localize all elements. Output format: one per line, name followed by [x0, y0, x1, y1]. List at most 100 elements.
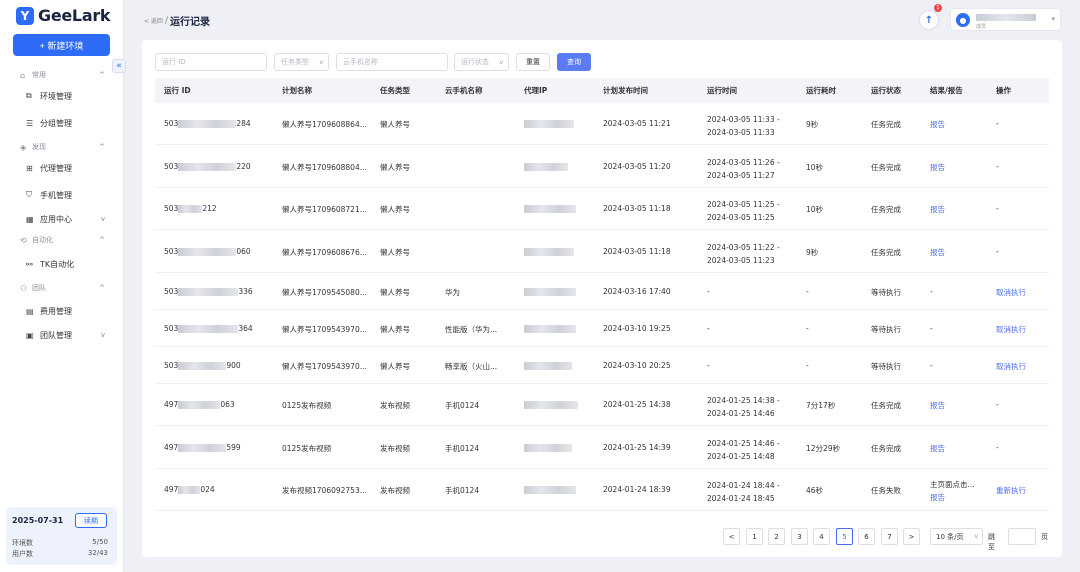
sidebar-item-billing[interactable]: ▤ 费用管理 — [0, 299, 123, 323]
new-environment-button[interactable]: + 新建环境 — [13, 34, 110, 56]
notification-badge: 1 — [934, 4, 942, 12]
redacted-block — [178, 325, 239, 333]
plan-name-cell: 懒人养号1709543970... — [282, 362, 367, 371]
run-id-suffix: 024 — [200, 485, 215, 494]
redacted-block — [524, 163, 568, 171]
proxy-ip-cell — [524, 204, 576, 213]
redacted-block — [524, 248, 574, 256]
brand-name: GeeLark — [38, 6, 111, 25]
col-run-id: 运行 ID — [164, 86, 191, 95]
proxy-ip-cell — [524, 324, 576, 333]
sidebar-item-groups[interactable]: ☰ 分组管理 — [0, 111, 123, 135]
plan-name-cell: 0125发布视频 — [282, 444, 332, 453]
run-id-cell: 497 063 — [164, 400, 235, 409]
run-id-input[interactable]: 运行 ID — [155, 53, 267, 71]
nav-group-label: 团队 — [32, 284, 46, 292]
nav-group-common[interactable]: ⌂ 常用 ^ — [0, 66, 123, 84]
redacted-block — [524, 486, 576, 494]
action-link[interactable]: 取消执行 — [996, 361, 1026, 372]
action-cell: - — [996, 119, 999, 128]
nav-group-label: 自动化 — [32, 236, 53, 244]
col-phone-name: 云手机名称 — [445, 86, 483, 95]
upload-icon[interactable]: ↑ — [919, 10, 939, 30]
sidebar-item-phones[interactable]: ⛉ 手机管理 — [0, 183, 123, 207]
task-type-cell: 懒人养号 — [380, 288, 410, 297]
redacted-block — [524, 325, 576, 333]
page-3-button[interactable]: 3 — [791, 528, 808, 545]
task-type-select[interactable]: 任务类型 v — [274, 53, 329, 71]
back-link[interactable]: < 返回 — [144, 16, 163, 25]
report-link[interactable]: 报告 — [930, 247, 945, 258]
run-id-cell: 497 599 — [164, 443, 241, 452]
query-button[interactable]: 查询 — [557, 53, 591, 71]
page-7-button[interactable]: 7 — [881, 528, 898, 545]
nav-group-discover[interactable]: ◈ 发现 ^ — [0, 138, 123, 156]
status-cell: 等待执行 — [871, 325, 901, 334]
action-link[interactable]: 重新执行 — [996, 485, 1026, 496]
task-type-cell: 懒人养号 — [380, 120, 410, 129]
run-id-suffix: 364 — [238, 324, 253, 333]
report-link[interactable]: 报告 — [930, 119, 945, 130]
action-link[interactable]: 取消执行 — [996, 324, 1026, 335]
report-link[interactable]: 报告 — [930, 400, 945, 411]
prev-page-button[interactable]: < — [723, 528, 740, 545]
result-cell: - — [930, 287, 933, 296]
table-row: 503 364 懒人养号1709543970... 懒人养号 性能版（华为... 2024… — [155, 310, 1049, 347]
automation-icon: ⟲ — [20, 235, 27, 245]
col-duration: 运行耗时 — [806, 86, 836, 95]
task-type-cell: 发布视频 — [380, 486, 410, 495]
duration-cell: 10秒 — [806, 163, 824, 172]
nav-group-team[interactable]: ⚇ 团队 ^ — [0, 279, 123, 297]
duration-cell: 46秒 — [806, 486, 824, 495]
report-link[interactable]: 报告 — [930, 443, 945, 454]
page-size-select[interactable]: 10 条/页 v — [930, 528, 983, 545]
sidebar-item-team[interactable]: ▣ 团队管理 v — [0, 323, 123, 347]
goto-page-input[interactable] — [1008, 528, 1036, 545]
sidebar-item-environments[interactable]: ⧉ 环境管理 — [0, 84, 123, 108]
duration-cell: 7分17秒 — [806, 401, 836, 410]
publish-time-cell: 2024-03-05 11:20 — [603, 162, 671, 171]
user-menu[interactable]: ● 成员 ▾ — [950, 8, 1061, 31]
run-end-cell: 2024-03-05 11:25 — [707, 213, 775, 222]
phone-name-input[interactable]: 云手机名称 — [336, 53, 448, 71]
run-time-cell: - — [707, 361, 710, 370]
report-link[interactable]: 报告 — [930, 162, 945, 173]
sidebar-item-app-center[interactable]: ▦ 应用中心 v — [0, 207, 123, 231]
status-cell: 任务完成 — [871, 248, 901, 257]
redacted-block — [178, 486, 201, 494]
action-link[interactable]: 取消执行 — [996, 287, 1026, 298]
team-manage-icon: ▣ — [26, 330, 34, 340]
run-time-cell: - — [707, 324, 710, 333]
renew-button[interactable]: 续期 — [75, 513, 107, 528]
page-5-button[interactable]: 5 — [836, 528, 853, 545]
sidebar-item-label: 环境管理 — [40, 91, 72, 101]
table-row: 503 060 懒人养号1709608676... 懒人养号 2024-03-05 11… — [155, 230, 1049, 273]
table-row: 503 284 懒人养号1709608864... 懒人养号 2024-03-05 11… — [155, 103, 1049, 145]
run-id-prefix: 503 — [164, 287, 179, 296]
run-id-prefix: 503 — [164, 119, 179, 128]
logo[interactable]: Y GeeLark — [16, 6, 111, 25]
account-card: 2025-07-31 续期 环境数 5/50 用户数 32/43 — [6, 507, 117, 565]
page-4-button[interactable]: 4 — [813, 528, 830, 545]
run-id-suffix: 060 — [236, 247, 251, 256]
redacted-block — [524, 362, 572, 370]
sidebar-item-tk-automation[interactable]: ⚯ TK自动化 — [0, 252, 123, 276]
page-1-button[interactable]: 1 — [746, 528, 763, 545]
run-status-select[interactable]: 运行状态 v — [454, 53, 509, 71]
action-cell: - — [996, 204, 999, 213]
run-id-suffix: 900 — [226, 361, 241, 370]
chevron-up-icon: ^ — [99, 236, 105, 244]
report-link[interactable]: 报告 — [930, 204, 945, 215]
chevron-up-icon: ^ — [99, 284, 105, 292]
action-cell: - — [996, 162, 999, 171]
sidebar-item-proxies[interactable]: ⊞ 代理管理 — [0, 156, 123, 180]
report-link[interactable]: 报告 — [930, 492, 945, 503]
col-task-type: 任务类型 — [380, 86, 410, 95]
next-page-button[interactable]: > — [903, 528, 920, 545]
redacted-block — [178, 120, 237, 128]
page-6-button[interactable]: 6 — [858, 528, 875, 545]
proxy-ip-cell — [524, 400, 578, 409]
nav-group-automation[interactable]: ⟲ 自动化 ^ — [0, 231, 123, 249]
reset-button[interactable]: 重置 — [516, 53, 550, 71]
page-2-button[interactable]: 2 — [768, 528, 785, 545]
